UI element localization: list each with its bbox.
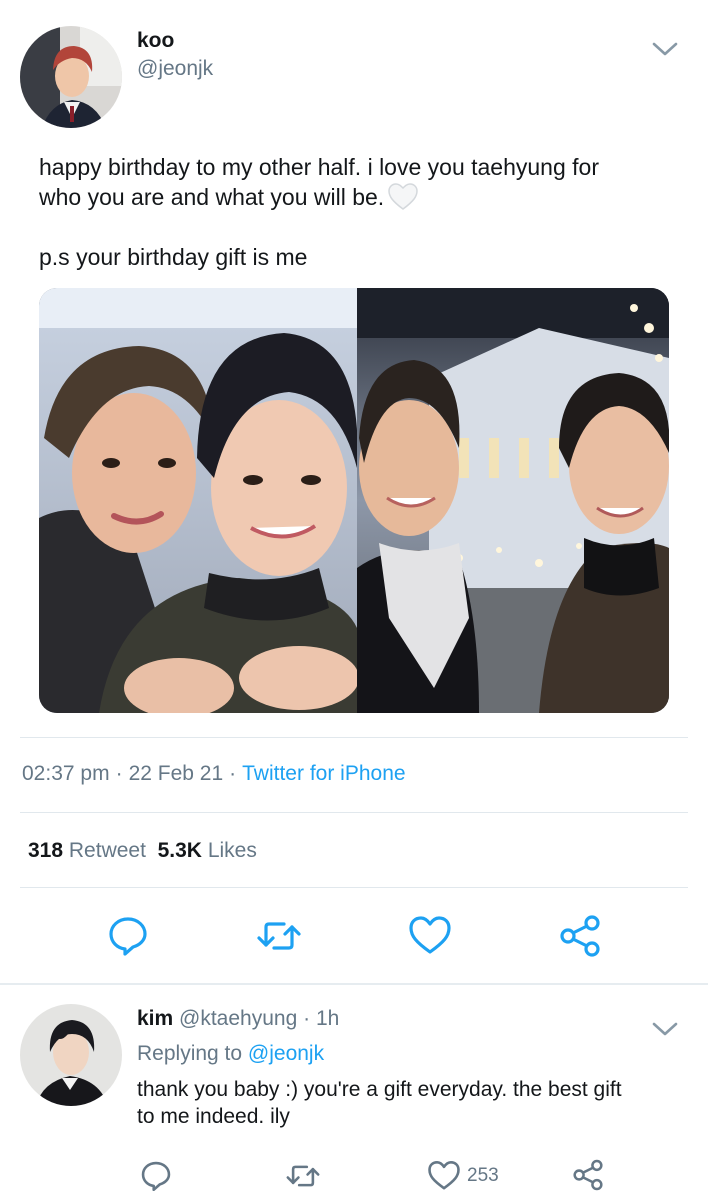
retweet-arrows-icon — [284, 1160, 322, 1192]
reply-like-count: 253 — [467, 1165, 499, 1186]
tweet-text-ps: p.s your birthday gift is me — [39, 244, 308, 270]
reply-reply-button[interactable] — [140, 1160, 172, 1192]
tweet-stats: 318 Retweet 5.3K Likes — [28, 839, 257, 863]
retweet-count: 318 — [28, 839, 64, 862]
tweet-date: 22 Feb 21 — [128, 762, 224, 785]
chevron-down-icon[interactable] — [650, 38, 680, 60]
tweet-text: happy birthday to my other half. i love … — [39, 152, 679, 218]
tweet-text-line: happy birthday to my other half. i love … — [39, 154, 599, 180]
reply-text-line: thank you baby :) you're a gift everyday… — [137, 1078, 622, 1101]
reply-author-name[interactable]: kim — [137, 1007, 173, 1030]
white-heart-emoji-icon — [388, 183, 418, 218]
tweet-source-link[interactable]: Twitter for iPhone — [242, 762, 405, 785]
speech-bubble-icon — [140, 1160, 172, 1192]
replying-to-label: Replying to — [137, 1042, 243, 1065]
reply-author-avatar[interactable] — [20, 1004, 122, 1106]
separator-dot: · — [303, 1007, 311, 1030]
divider — [20, 887, 688, 888]
retweet-stat[interactable]: 318 Retweet — [28, 839, 146, 862]
replying-to-line: Replying to @jeonjk — [137, 1042, 324, 1066]
tweet-media-photo[interactable] — [39, 288, 669, 713]
replying-to-mention[interactable]: @jeonjk — [248, 1042, 324, 1065]
separator-dot: · — [229, 762, 237, 785]
reply-button[interactable] — [107, 915, 149, 957]
heart-outline-icon — [427, 1160, 461, 1192]
reply-retweet-button[interactable] — [284, 1160, 322, 1192]
speech-bubble-icon — [107, 915, 149, 957]
tweet-time: 02:37 pm — [22, 762, 110, 785]
share-nodes-icon — [571, 1158, 605, 1192]
reply-share-button[interactable] — [571, 1158, 605, 1192]
left-photo — [39, 288, 359, 713]
heart-outline-icon — [408, 915, 452, 957]
reply-text: thank you baby :) you're a gift everyday… — [137, 1076, 682, 1130]
reply-author-handle[interactable]: @ktaehyung — [179, 1007, 297, 1030]
tweet-timestamp-line: 02:37 pm · 22 Feb 21 · Twitter for iPhone — [22, 762, 406, 786]
tweet-text-line: who you are and what you will be. — [39, 184, 385, 210]
retweet-arrows-icon — [254, 915, 304, 957]
reply-header: kim @ktaehyung · 1h — [137, 1007, 339, 1031]
right-photo — [357, 288, 669, 713]
divider — [20, 737, 688, 738]
likes-count: 5.3K — [157, 839, 202, 862]
likes-label: Likes — [207, 839, 257, 862]
share-nodes-icon — [557, 913, 603, 959]
chevron-down-icon[interactable] — [650, 1018, 680, 1040]
reply-text-line: to me indeed. ily — [137, 1105, 290, 1128]
retweet-button[interactable] — [254, 915, 304, 957]
share-button[interactable] — [557, 913, 603, 959]
reply-time: 1h — [315, 1007, 340, 1030]
author-display-name[interactable]: koo — [137, 29, 174, 53]
like-button[interactable] — [408, 915, 452, 957]
separator-dot: · — [115, 762, 123, 785]
author-handle[interactable]: @jeonjk — [137, 57, 213, 81]
tweet-text-line-with-emoji: who you are and what you will be. — [39, 182, 679, 218]
section-divider — [0, 983, 708, 985]
reply-like-button[interactable]: 253 — [427, 1160, 499, 1192]
likes-stat[interactable]: 5.3K Likes — [158, 839, 257, 862]
author-avatar[interactable] — [20, 26, 122, 128]
divider — [20, 812, 688, 813]
tweet-detail-page: koo @jeonjk happy birthday to my other h… — [0, 0, 708, 1200]
retweet-label: Retweet — [68, 839, 146, 862]
